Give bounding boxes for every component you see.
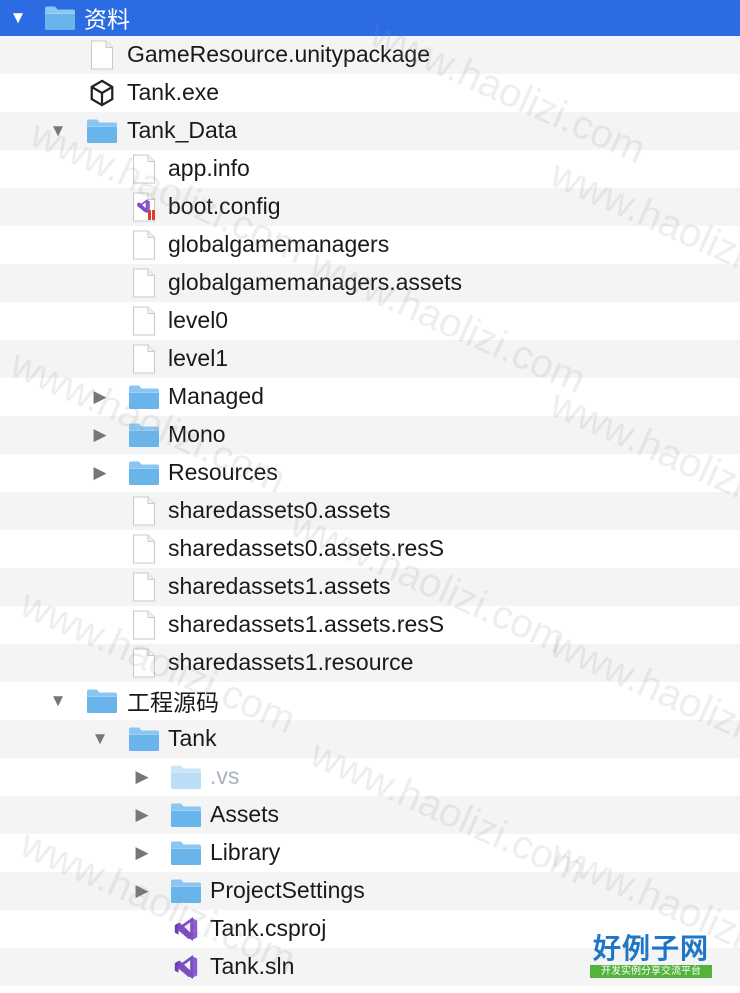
tree-item-label: Library — [210, 838, 281, 865]
tree-row[interactable]: ▶ Mono — [0, 416, 740, 454]
file-icon — [132, 572, 156, 602]
site-logo: 好例子网 开发实例分享交流平台 — [590, 933, 712, 978]
tree-item-label: GameResource.unitypackage — [127, 40, 430, 67]
tree-item-label: sharedassets1.resource — [168, 648, 414, 675]
tree-row[interactable]: ▶ Assets — [0, 796, 740, 834]
tree-row[interactable]: level1 — [0, 340, 740, 378]
tree-item-label: level0 — [168, 306, 229, 333]
unity-icon — [88, 79, 116, 107]
disclosure-expanded-icon[interactable]: ▼ — [48, 112, 68, 150]
file-tree: ▼ 资料 GameResource.unitypackage Tank.exe … — [0, 0, 740, 986]
folder-icon — [128, 422, 160, 448]
tree-row[interactable]: app.info — [0, 150, 740, 188]
tree-item-label: Tank.exe — [127, 78, 220, 105]
folder-icon — [86, 688, 118, 714]
tree-item-label: 资料 — [84, 6, 130, 33]
tree-row[interactable]: ▶ Managed — [0, 378, 740, 416]
folder-icon — [44, 5, 76, 31]
tree-item-label: globalgamemanagers.assets — [168, 268, 463, 295]
disclosure-collapsed-icon[interactable]: ▶ — [132, 834, 152, 872]
tree-item-label: Resources — [168, 458, 278, 485]
visual-studio-icon — [172, 915, 200, 943]
file-icon — [132, 306, 156, 336]
tree-item-label: sharedassets1.assets.resS — [168, 610, 445, 637]
tree-item-label: Tank_Data — [127, 116, 237, 143]
tree-row[interactable]: Tank.exe — [0, 74, 740, 112]
file-icon — [132, 344, 156, 374]
tree-item-label: boot.config — [168, 192, 281, 219]
tree-row[interactable]: sharedassets1.assets — [0, 568, 740, 606]
file-icon — [132, 496, 156, 526]
tree-item-label: Tank.sln — [210, 952, 295, 979]
tree-row[interactable]: ▶ Resources — [0, 454, 740, 492]
folder-icon — [170, 802, 202, 828]
tree-item-label: Tank — [168, 724, 217, 751]
tree-row[interactable]: ▶ ProjectSettings — [0, 872, 740, 910]
disclosure-collapsed-icon[interactable]: ▶ — [132, 758, 152, 796]
tree-row[interactable]: ▼ Tank — [0, 720, 740, 758]
tree-item-label: sharedassets0.assets.resS — [168, 534, 445, 561]
tree-item-label: globalgamemanagers — [168, 230, 390, 257]
disclosure-collapsed-icon[interactable]: ▶ — [132, 796, 152, 834]
folder-icon — [170, 840, 202, 866]
file-icon — [132, 268, 156, 298]
folder-icon — [86, 118, 118, 144]
logo-subtitle: 开发实例分享交流平台 — [590, 965, 712, 978]
tree-row[interactable]: ▼ 工程源码 — [0, 682, 740, 720]
visual-studio-config-icon — [132, 192, 155, 222]
disclosure-collapsed-icon[interactable]: ▶ — [132, 872, 152, 910]
tree-item-label: Mono — [168, 420, 226, 447]
folder-icon — [128, 384, 160, 410]
tree-item-label: ProjectSettings — [210, 876, 365, 903]
tree-row[interactable]: sharedassets1.assets.resS — [0, 606, 740, 644]
tree-item-label: Assets — [210, 800, 280, 827]
tree-item-label: app.info — [168, 154, 250, 181]
disclosure-expanded-icon[interactable]: ▼ — [48, 682, 68, 720]
file-icon — [132, 610, 156, 640]
folder-icon — [128, 460, 160, 486]
tree-row[interactable]: level0 — [0, 302, 740, 340]
disclosure-expanded-icon[interactable]: ▼ — [8, 0, 28, 36]
logo-title: 好例子网 — [592, 932, 709, 965]
folder-icon — [128, 726, 160, 752]
tree-row[interactable]: sharedassets0.assets.resS — [0, 530, 740, 568]
tree-row[interactable]: GameResource.unitypackage — [0, 36, 740, 74]
tree-item-label: .vs — [210, 762, 240, 789]
tree-item-label: level1 — [168, 344, 229, 371]
tree-row[interactable]: boot.config — [0, 188, 740, 226]
tree-item-label: 工程源码 — [127, 689, 219, 716]
tree-item-label: sharedassets1.assets — [168, 572, 391, 599]
tree-row[interactable]: sharedassets1.resource — [0, 644, 740, 682]
tree-item-label: Managed — [168, 382, 264, 409]
file-icon — [132, 230, 156, 260]
tree-row[interactable]: ▼ Tank_Data — [0, 112, 740, 150]
tree-row[interactable]: globalgamemanagers — [0, 226, 740, 264]
file-icon — [132, 648, 156, 678]
visual-studio-icon — [172, 953, 200, 981]
folder-icon — [170, 878, 202, 904]
disclosure-expanded-icon[interactable]: ▼ — [90, 720, 110, 758]
tree-row[interactable]: ▶ .vs — [0, 758, 740, 796]
tree-row-root[interactable]: ▼ 资料 — [0, 0, 740, 36]
disclosure-collapsed-icon[interactable]: ▶ — [90, 378, 110, 416]
tree-row[interactable]: ▶ Library — [0, 834, 740, 872]
tree-row[interactable]: sharedassets0.assets — [0, 492, 740, 530]
hidden-folder-icon — [170, 764, 202, 790]
file-icon — [132, 534, 156, 564]
tree-row[interactable]: globalgamemanagers.assets — [0, 264, 740, 302]
tree-item-label: Tank.csproj — [210, 914, 327, 941]
file-icon — [132, 154, 156, 184]
file-icon — [90, 40, 114, 70]
tree-item-label: sharedassets0.assets — [168, 496, 391, 523]
disclosure-collapsed-icon[interactable]: ▶ — [90, 454, 110, 492]
disclosure-collapsed-icon[interactable]: ▶ — [90, 416, 110, 454]
